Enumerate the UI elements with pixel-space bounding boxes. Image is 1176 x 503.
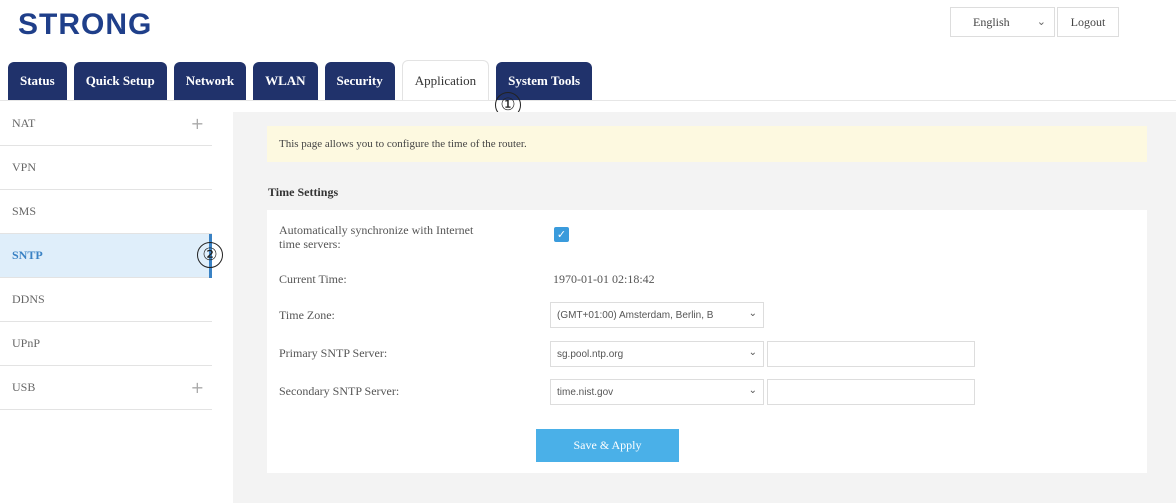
language-value: English bbox=[973, 14, 1010, 29]
sidebar-item-label: SNTP bbox=[12, 248, 43, 262]
chevron-down-icon: ⌄ bbox=[748, 347, 757, 358]
info-note: This page allows you to configure the ti… bbox=[267, 126, 1147, 162]
save-apply-button[interactable]: Save & Apply bbox=[536, 429, 679, 462]
sidebar-item-label: NAT bbox=[12, 116, 36, 130]
language-select[interactable]: English ⌄ bbox=[950, 7, 1055, 37]
step-marker-2: ② bbox=[197, 242, 223, 268]
current-time-value: 1970-01-01 02:18:42 bbox=[553, 272, 655, 286]
tab-wlan[interactable]: WLAN bbox=[253, 62, 318, 100]
auto-sync-label: Automatically synchronize with Internet … bbox=[279, 223, 474, 251]
tab-network[interactable]: Network bbox=[173, 62, 247, 100]
sidebar-item-usb[interactable]: USB + bbox=[0, 366, 212, 410]
logout-button[interactable]: Logout bbox=[1057, 7, 1119, 37]
tab-application[interactable]: Application bbox=[401, 60, 490, 100]
secondary-sntp-label: Secondary SNTP Server: bbox=[279, 384, 400, 398]
section-title: Time Settings bbox=[268, 185, 339, 199]
sidebar-item-vpn[interactable]: VPN bbox=[0, 146, 212, 190]
time-zone-select[interactable]: (GMT+01:00) Amsterdam, Berlin, B ⌄ bbox=[550, 302, 764, 328]
primary-sntp-value: sg.pool.ntp.org bbox=[557, 348, 624, 360]
sidebar-item-sntp[interactable]: SNTP bbox=[0, 234, 212, 278]
sidebar-item-nat[interactable]: NAT + bbox=[0, 102, 212, 146]
sidebar-item-ddns[interactable]: DDNS bbox=[0, 278, 212, 322]
strong-logo: STRONG bbox=[18, 8, 152, 42]
secondary-sntp-custom-input[interactable] bbox=[767, 379, 975, 405]
expand-plus-icon[interactable]: + bbox=[191, 114, 204, 133]
tab-quick-setup[interactable]: Quick Setup bbox=[73, 62, 167, 100]
sidebar-item-label: SMS bbox=[12, 204, 37, 218]
tab-security[interactable]: Security bbox=[324, 62, 395, 100]
sidebar-item-label: USB bbox=[12, 380, 36, 394]
time-zone-value: (GMT+01:00) Amsterdam, Berlin, B bbox=[557, 309, 714, 321]
sidebar-item-sms[interactable]: SMS bbox=[0, 190, 212, 234]
sidebar-item-label: VPN bbox=[12, 160, 37, 174]
tab-status[interactable]: Status bbox=[8, 62, 67, 100]
logo-text: STRONG bbox=[18, 8, 153, 41]
chevron-down-icon: ⌄ bbox=[1036, 16, 1046, 28]
sidebar-item-upnp[interactable]: UPnP bbox=[0, 322, 212, 366]
chevron-down-icon: ⌄ bbox=[748, 385, 757, 396]
primary-sntp-custom-input[interactable] bbox=[767, 341, 975, 367]
sidebar-item-label: UPnP bbox=[12, 336, 41, 350]
checkmark-icon: ✓ bbox=[556, 228, 567, 241]
time-zone-label: Time Zone: bbox=[279, 308, 335, 322]
primary-sntp-label: Primary SNTP Server: bbox=[279, 346, 388, 360]
sidebar-item-label: DDNS bbox=[12, 292, 45, 306]
secondary-sntp-value: time.nist.gov bbox=[557, 386, 614, 398]
tab-divider bbox=[0, 100, 1176, 101]
expand-plus-icon[interactable]: + bbox=[191, 378, 204, 397]
current-time-label: Current Time: bbox=[279, 272, 347, 286]
primary-sntp-select[interactable]: sg.pool.ntp.org ⌄ bbox=[550, 341, 764, 367]
secondary-sntp-select[interactable]: time.nist.gov ⌄ bbox=[550, 379, 764, 405]
sidebar: NAT + VPN SMS SNTP DDNS UPnP USB + bbox=[0, 102, 212, 410]
auto-sync-checkbox[interactable]: ✓ bbox=[554, 227, 569, 242]
chevron-down-icon: ⌄ bbox=[748, 308, 757, 319]
